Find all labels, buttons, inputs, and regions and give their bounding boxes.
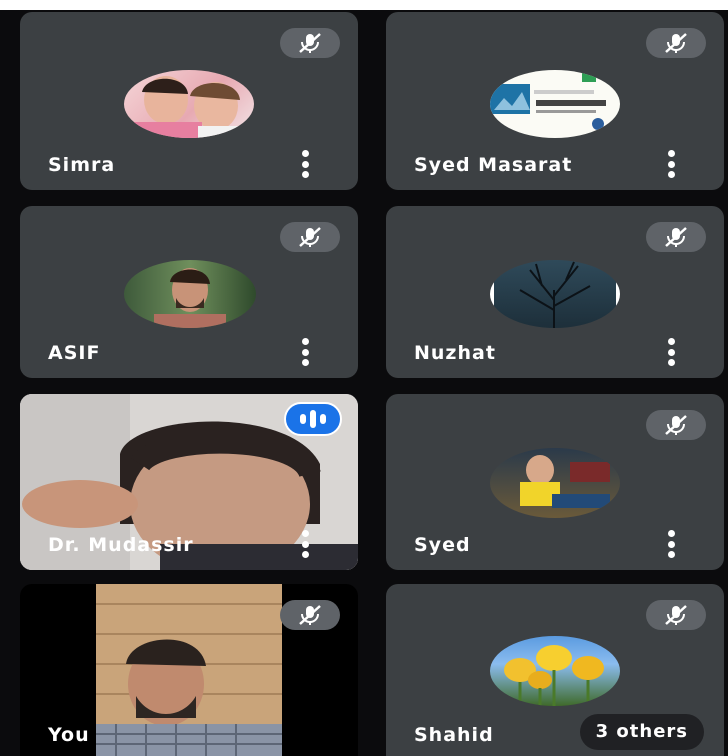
participant-name: Simra xyxy=(48,154,116,176)
participant-name: Nuzhat xyxy=(414,342,496,364)
avatar xyxy=(490,70,620,138)
participant-name: ASIF xyxy=(48,342,101,364)
mic-off-icon xyxy=(646,410,706,440)
participant-name: Syed Masarat xyxy=(414,154,573,176)
avatar xyxy=(124,70,254,138)
others-button[interactable]: 3 others xyxy=(579,714,704,750)
mic-off-icon xyxy=(280,222,340,252)
participant-name: You xyxy=(48,724,90,746)
participant-tile-syed[interactable]: Syed xyxy=(386,394,724,570)
more-options-icon[interactable] xyxy=(300,338,310,366)
avatar xyxy=(490,448,620,518)
participant-tile-dr-mudassir[interactable]: Dr. Mudassir xyxy=(20,394,358,570)
more-options-icon[interactable] xyxy=(666,150,676,178)
participant-grid: Simra Syed Masarat ASIF Nuzhat Dr. Mudas… xyxy=(0,0,728,756)
participant-name: Shahid xyxy=(414,724,494,746)
avatar xyxy=(490,636,620,706)
more-options-icon[interactable] xyxy=(300,530,310,558)
self-video xyxy=(96,584,282,756)
mic-off-icon xyxy=(280,28,340,58)
participant-tile-asif[interactable]: ASIF xyxy=(20,206,358,378)
participant-tile-simra[interactable]: Simra xyxy=(20,12,358,190)
avatar xyxy=(490,260,620,328)
avatar xyxy=(124,260,256,328)
participant-name: Dr. Mudassir xyxy=(48,534,194,556)
mic-off-icon xyxy=(646,28,706,58)
more-options-icon[interactable] xyxy=(666,530,676,558)
more-options-icon[interactable] xyxy=(666,338,676,366)
participant-tile-shahid[interactable]: Shahid 3 others xyxy=(386,584,724,756)
mic-off-icon xyxy=(280,600,340,630)
more-options-icon[interactable] xyxy=(300,150,310,178)
participant-name: Syed xyxy=(414,534,471,556)
speaking-indicator-icon xyxy=(284,402,342,436)
participant-tile-nuzhat[interactable]: Nuzhat xyxy=(386,206,724,378)
mic-off-icon xyxy=(646,600,706,630)
participant-tile-syed-masarat[interactable]: Syed Masarat xyxy=(386,12,724,190)
mic-off-icon xyxy=(646,222,706,252)
participant-tile-you[interactable]: You xyxy=(20,584,358,756)
